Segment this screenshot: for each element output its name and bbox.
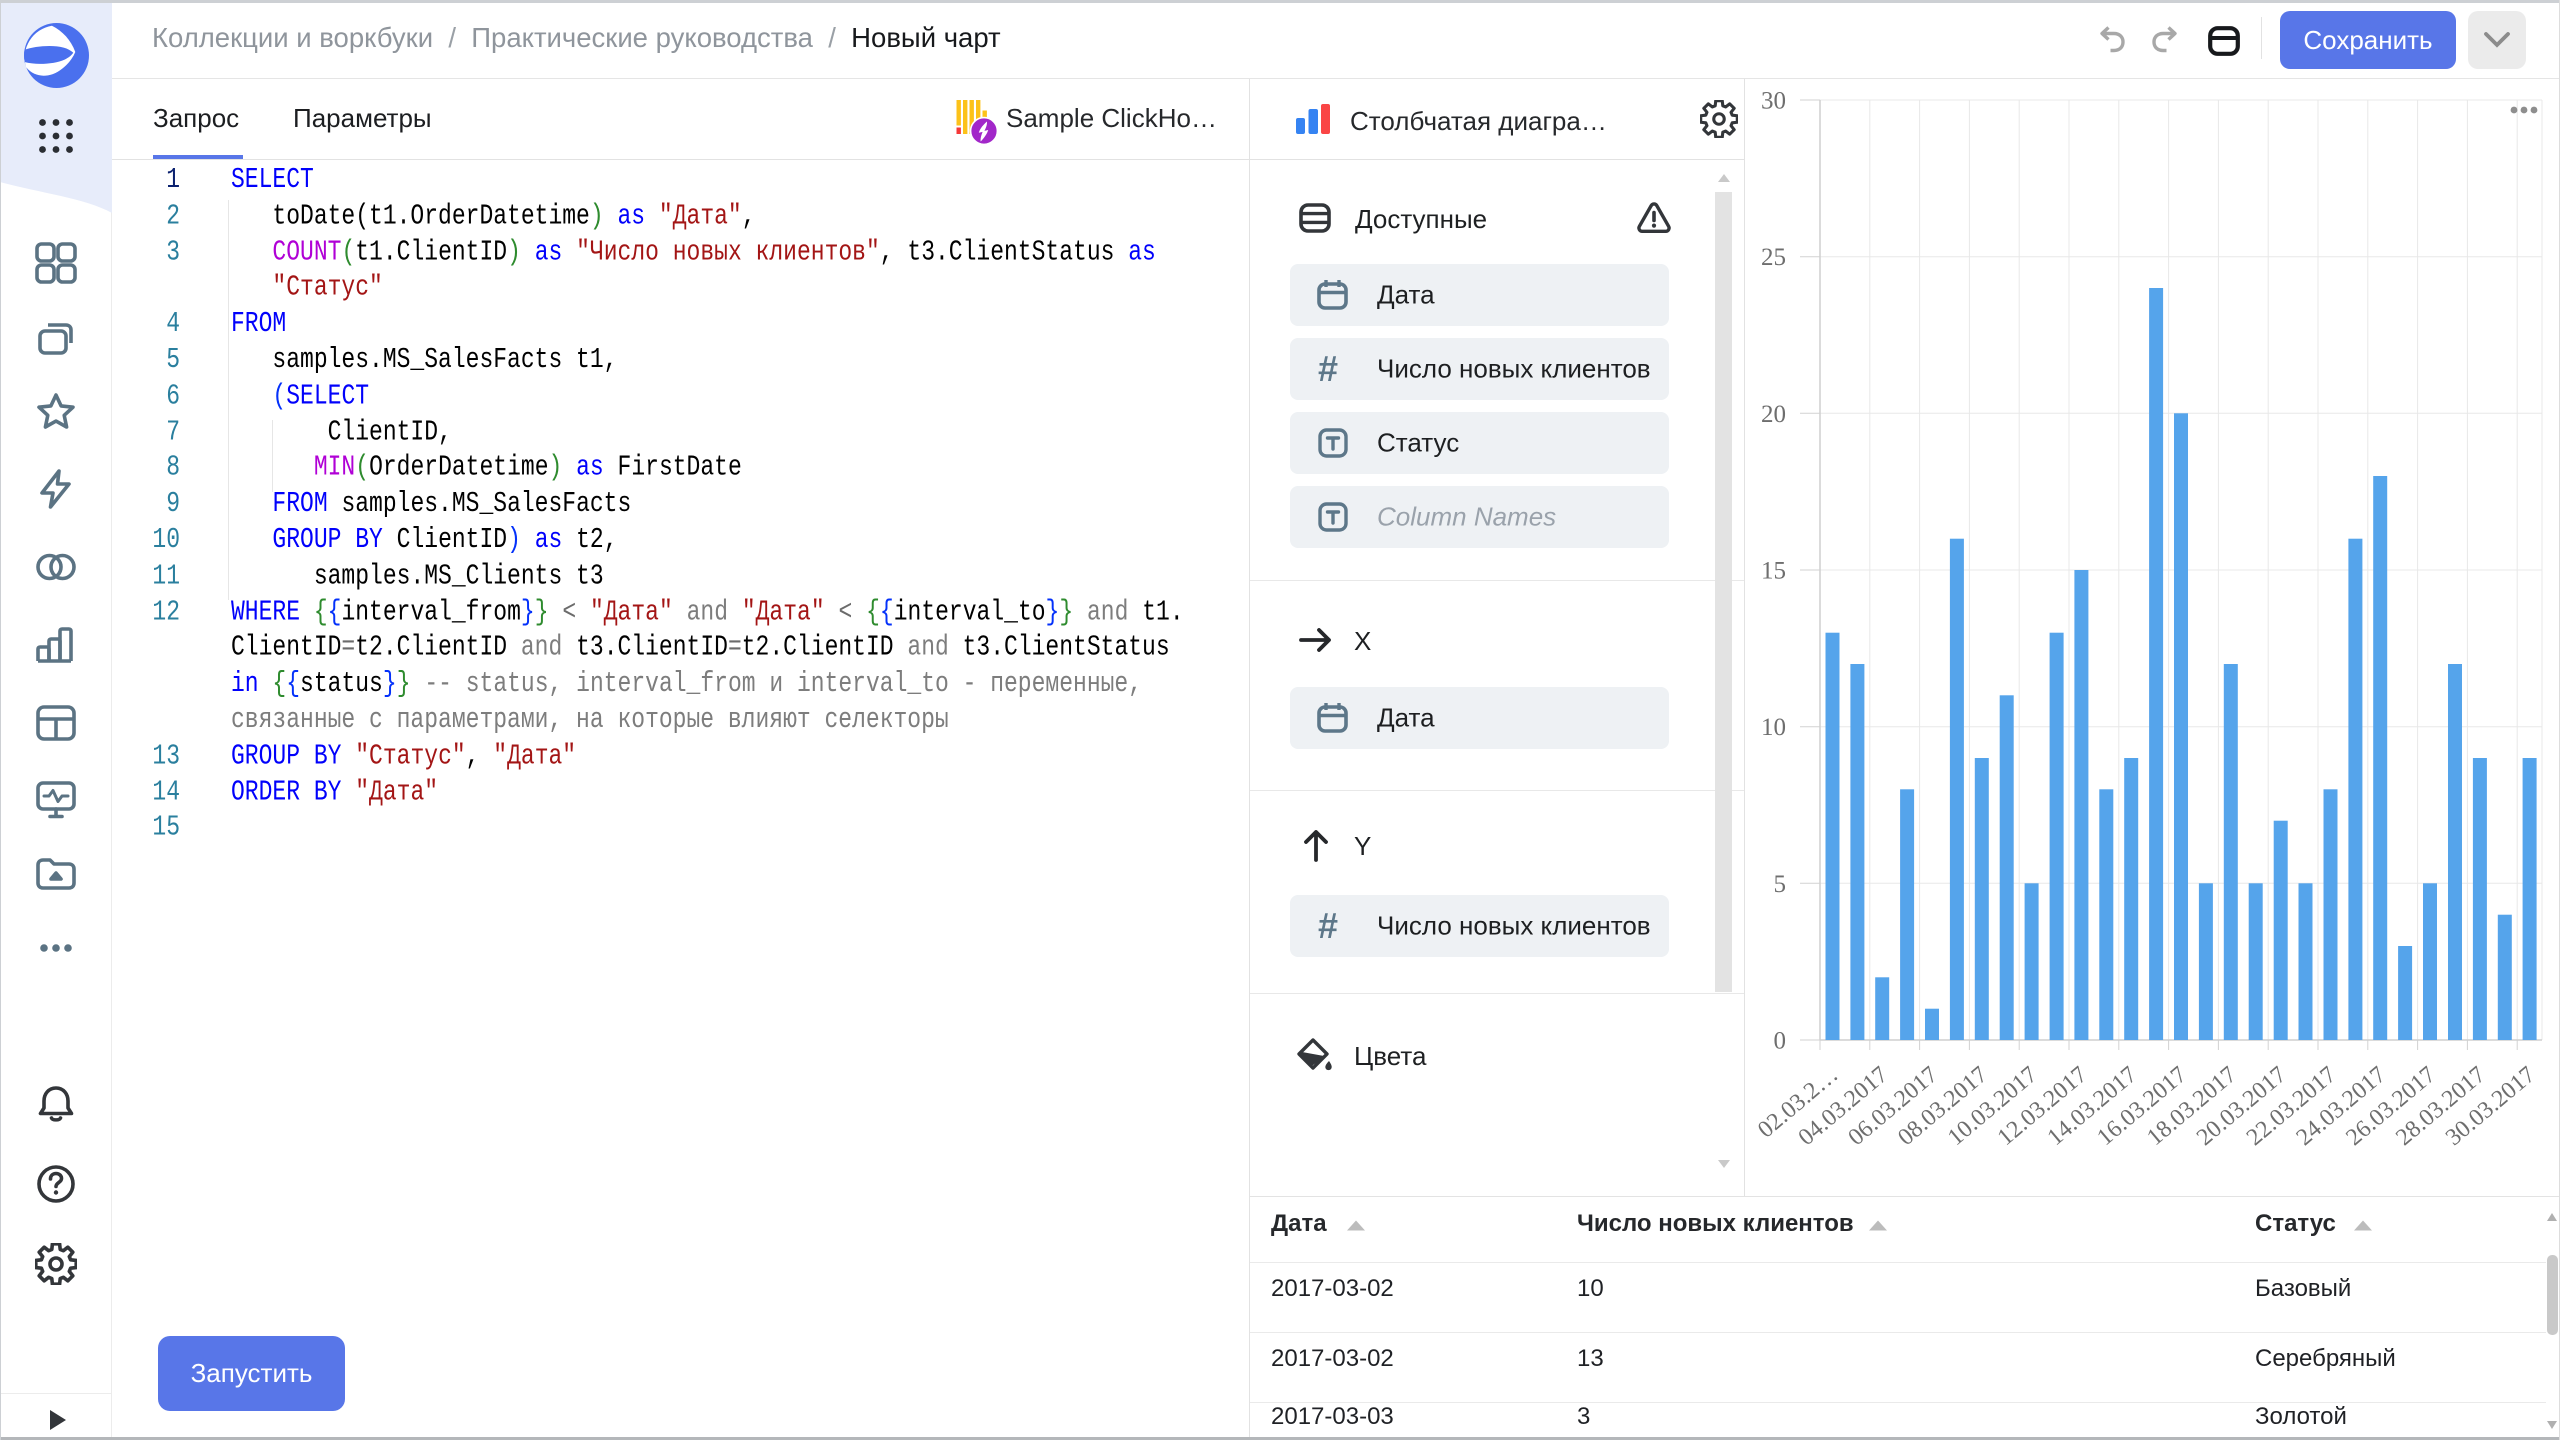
svg-text:5: 5 (1774, 871, 1787, 898)
svg-text:20: 20 (1761, 401, 1786, 428)
svg-text:0: 0 (1774, 1028, 1787, 1055)
svg-text:30: 30 (1761, 88, 1786, 115)
svg-text:10: 10 (1761, 714, 1786, 741)
svg-text:25: 25 (1761, 244, 1786, 271)
svg-text:15: 15 (1761, 558, 1786, 585)
